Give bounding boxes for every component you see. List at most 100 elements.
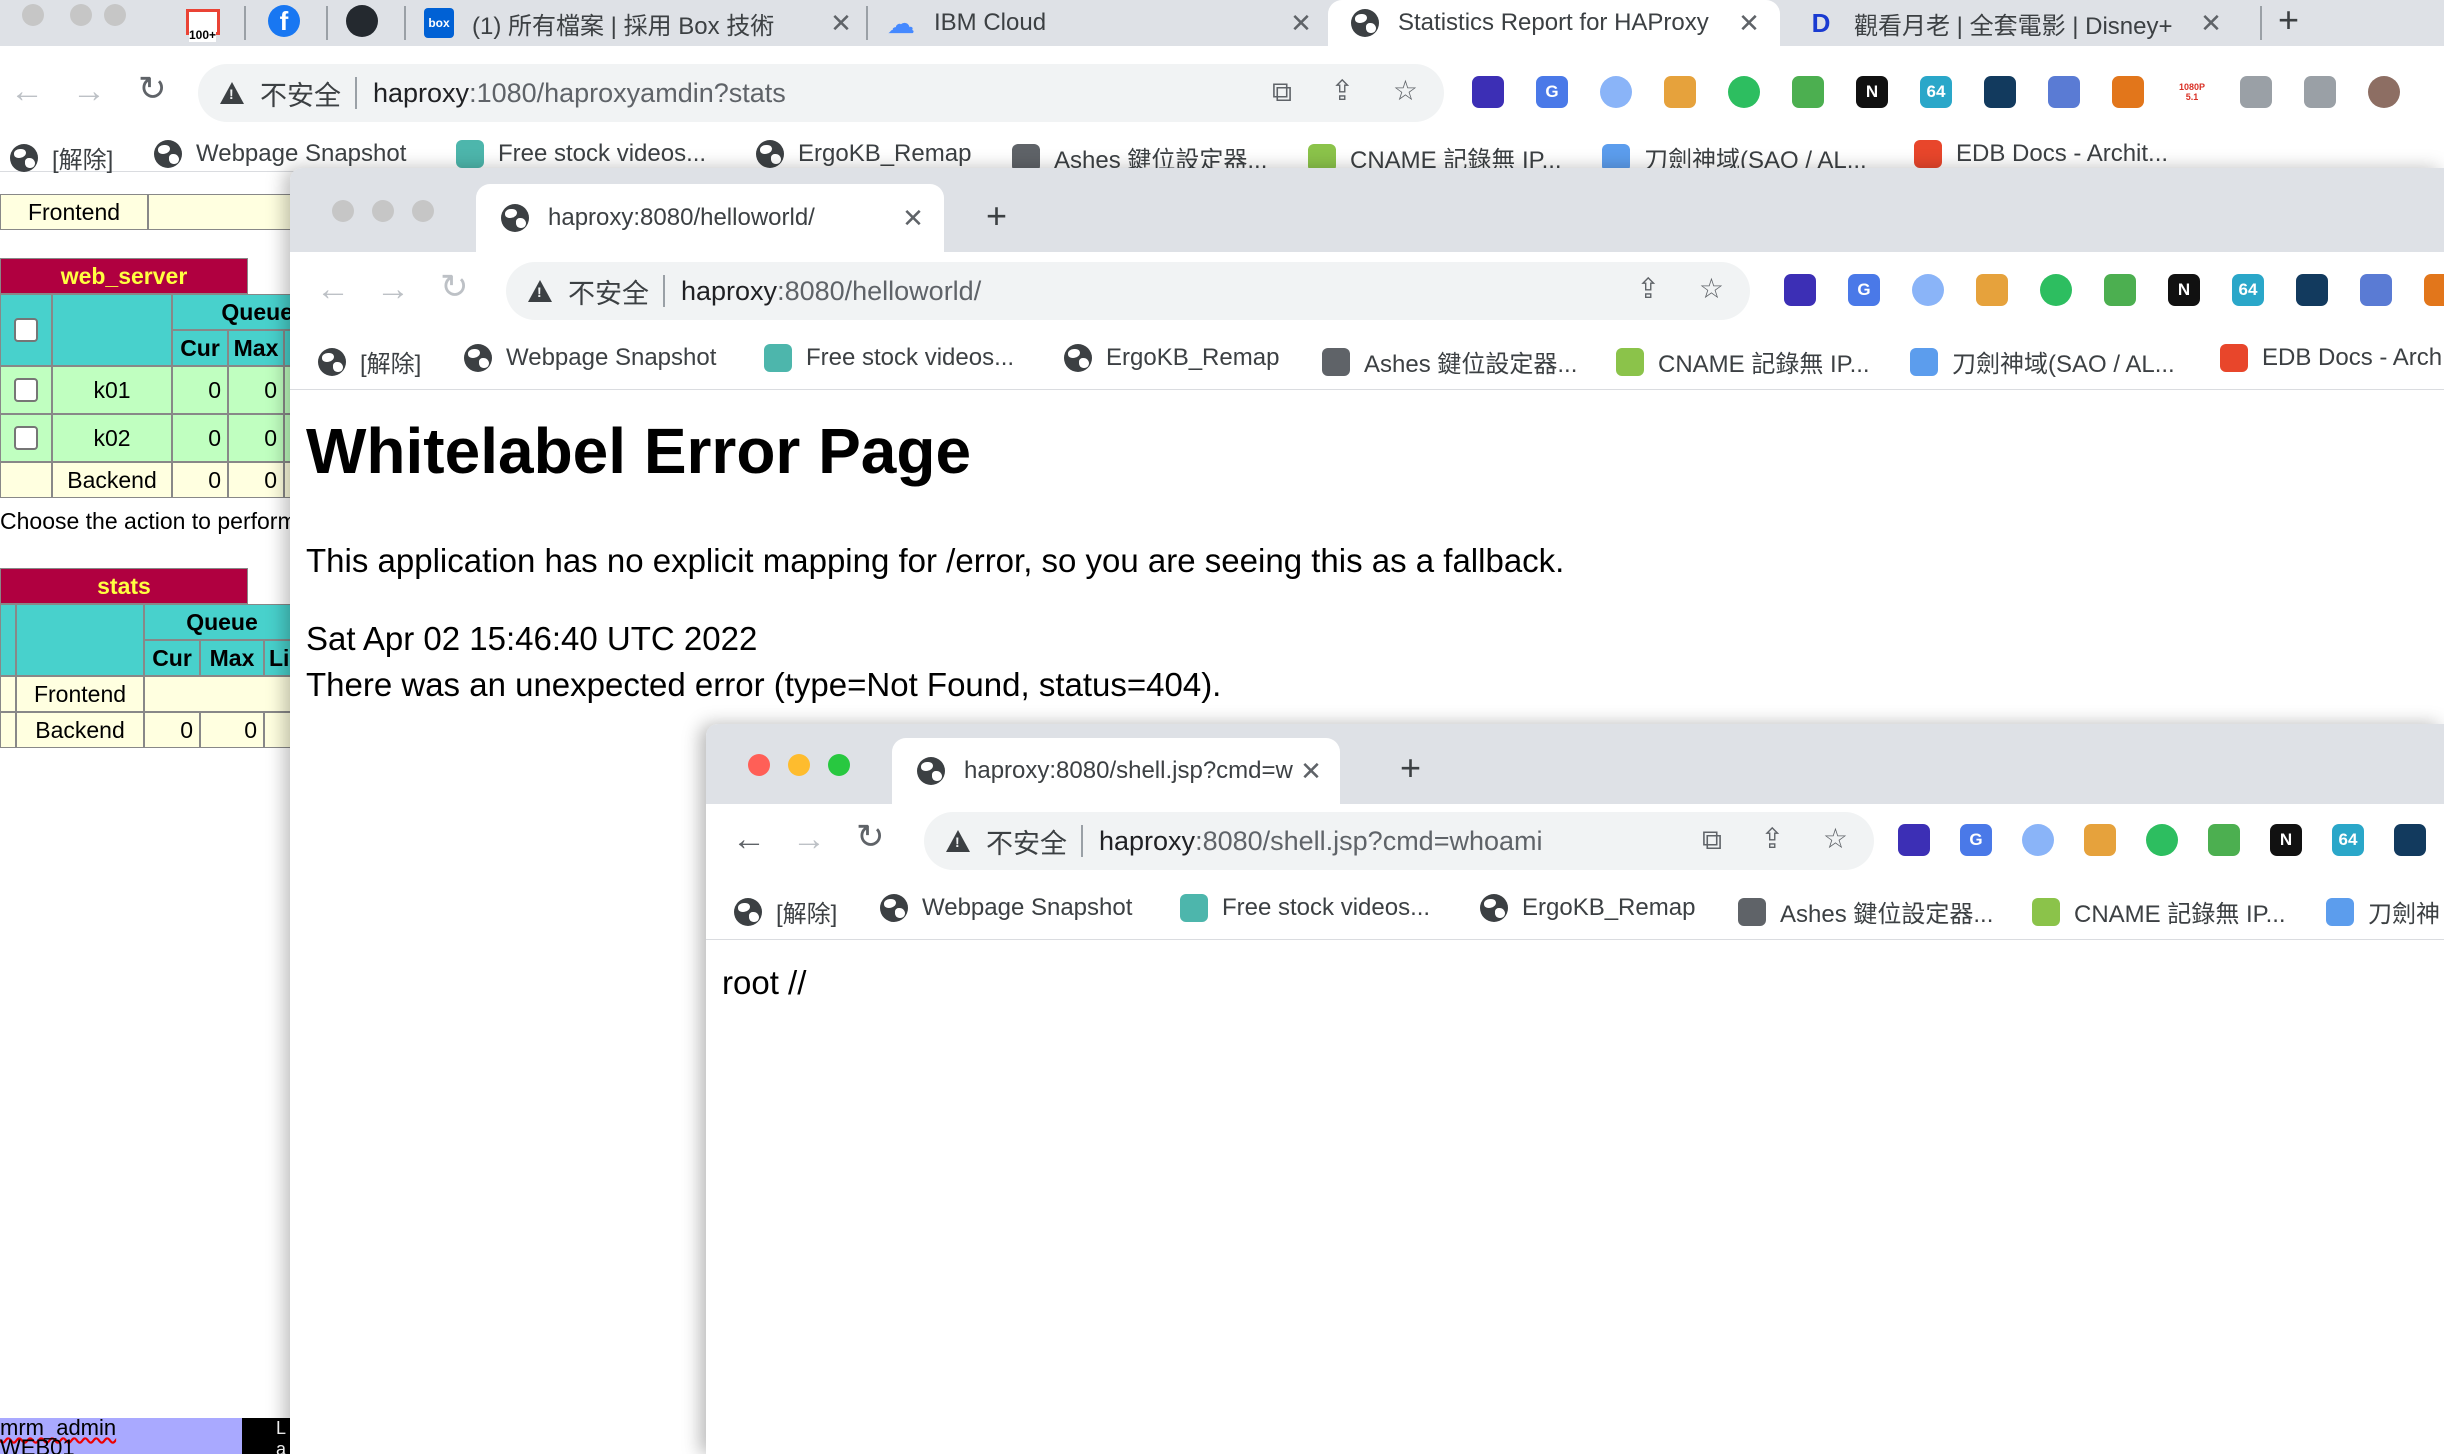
translate-icon[interactable]: G xyxy=(1960,824,1992,856)
base64-icon[interactable]: 64 xyxy=(2332,824,2364,856)
bookmark-item[interactable]: Free stock videos... xyxy=(1180,894,1430,922)
maximize-window-button[interactable] xyxy=(412,200,434,222)
bookmark-item[interactable]: 刀劍神域(SAO / AL... xyxy=(1910,344,2175,379)
bookmark-item[interactable]: Webpage Snapshot xyxy=(880,894,1132,922)
evernote-icon[interactable] xyxy=(2040,274,2072,306)
tab-facebook[interactable]: f xyxy=(268,4,302,38)
ring-icon[interactable] xyxy=(2022,824,2054,856)
bookmark-item[interactable]: [解除] xyxy=(318,344,421,379)
tampermonkey-icon[interactable] xyxy=(1984,76,2016,108)
tab-haproxy-stats[interactable]: Statistics Report for HAProxy ✕ xyxy=(1328,0,1780,46)
metamask-icon[interactable] xyxy=(2424,274,2444,306)
translate-icon[interactable]: G xyxy=(1848,274,1880,306)
tab-box[interactable]: box (1) 所有檔案 | 採用 Box 技術 ✕ xyxy=(424,0,856,46)
tab-github[interactable] xyxy=(346,4,380,38)
bookmark-item[interactable]: 刀劍神 xyxy=(2326,894,2440,929)
tab-close-icon[interactable]: ✕ xyxy=(2196,8,2226,39)
bookmark-item[interactable]: Ashes 鍵位設定器... xyxy=(1322,344,1577,379)
evernote-icon[interactable] xyxy=(1728,76,1760,108)
address-bar[interactable]: 不安全 haproxy:8080/helloworld/ ⇪ ☆ xyxy=(506,262,1750,320)
bookmark-star-icon[interactable]: ☆ xyxy=(1823,822,1848,855)
resolution-icon[interactable]: 1080P 5.1 xyxy=(2176,76,2208,108)
new-tab-button[interactable]: + xyxy=(2278,2,2299,38)
tab-helloworld[interactable]: haproxy:8080/helloworld/ ✕ xyxy=(476,184,944,252)
back-button[interactable]: ← xyxy=(10,74,44,108)
new-tab-button[interactable]: + xyxy=(986,198,1007,234)
bookmark-item[interactable]: Webpage Snapshot xyxy=(154,140,406,168)
tab-ibm-cloud[interactable]: ☁ IBM Cloud ✕ xyxy=(886,0,1316,46)
share-icon[interactable]: ⇪ xyxy=(1637,272,1660,305)
puzzle-icon[interactable] xyxy=(2240,76,2272,108)
minimize-window-button[interactable] xyxy=(70,4,92,26)
close-window-button[interactable] xyxy=(22,4,44,26)
tab-shell[interactable]: haproxy:8080/shell.jsp?cmd=w ✕ xyxy=(892,738,1340,804)
base64-icon[interactable]: 64 xyxy=(1920,76,1952,108)
bookmark-item[interactable]: EDB Docs - Arch xyxy=(2220,344,2442,372)
bookmark-item[interactable]: CNAME 記錄無 IP... xyxy=(2032,894,2286,929)
back-button[interactable]: ← xyxy=(316,272,350,306)
notion-icon[interactable]: N xyxy=(2270,824,2302,856)
address-bar[interactable]: 不安全 haproxy:8080/shell.jsp?cmd=whoami ⧉ … xyxy=(924,812,1874,870)
bookmark-star-icon[interactable]: ☆ xyxy=(1699,272,1724,305)
profile-avatar-icon[interactable] xyxy=(2368,76,2400,108)
bookmark-item[interactable]: Webpage Snapshot xyxy=(464,344,716,372)
tampermonkey-icon[interactable] xyxy=(2394,824,2426,856)
bookmark-item[interactable]: Free stock videos... xyxy=(764,344,1014,372)
reload-button[interactable]: ↻ xyxy=(856,820,885,854)
maximize-window-button[interactable] xyxy=(828,754,850,776)
bookmark-item[interactable]: [解除] xyxy=(10,140,113,175)
row-checkbox[interactable] xyxy=(14,378,38,402)
share-icon[interactable]: ⇪ xyxy=(1331,74,1354,107)
metamask-icon[interactable] xyxy=(2112,76,2144,108)
gallery-icon[interactable] xyxy=(1664,76,1696,108)
bookmark-item[interactable]: ErgoKB_Remap xyxy=(1480,894,1695,922)
row-checkbox[interactable] xyxy=(14,426,38,450)
bookmark-item[interactable]: EDB Docs - Archit... xyxy=(1914,140,2168,168)
bookmark-item[interactable]: Ashes 鍵位設定器... xyxy=(1738,894,1993,929)
select-all-checkbox[interactable] xyxy=(14,318,38,342)
tab-close-icon[interactable]: ✕ xyxy=(1286,8,1316,39)
tab-close-icon[interactable]: ✕ xyxy=(1734,8,1764,39)
translate-icon[interactable]: ⧉ xyxy=(1702,824,1722,857)
gallery-icon[interactable] xyxy=(1976,274,2008,306)
ufo-icon[interactable] xyxy=(2360,274,2392,306)
notion-icon[interactable]: N xyxy=(1856,76,1888,108)
translate-icon[interactable]: G xyxy=(1536,76,1568,108)
base64-icon[interactable]: 64 xyxy=(2232,274,2264,306)
ring-icon[interactable] xyxy=(1912,274,1944,306)
bookmark-star-icon[interactable]: ☆ xyxy=(1393,74,1418,107)
share-icon[interactable]: ⇪ xyxy=(1761,822,1784,855)
sidepanel-icon[interactable] xyxy=(2304,76,2336,108)
maximize-window-button[interactable] xyxy=(104,4,126,26)
tab-gmail[interactable]: 100+ xyxy=(186,2,226,42)
tab-close-icon[interactable]: ✕ xyxy=(1296,756,1326,787)
layers-icon[interactable] xyxy=(1898,824,1930,856)
minimize-window-button[interactable] xyxy=(788,754,810,776)
shield-icon[interactable] xyxy=(2104,274,2136,306)
bookmark-item[interactable]: CNAME 記錄無 IP... xyxy=(1616,344,1870,379)
shield-icon[interactable] xyxy=(2208,824,2240,856)
tab-disney[interactable]: D 觀看月老 | 全套電影 | Disney+ ✕ xyxy=(1806,0,2226,46)
evernote-icon[interactable] xyxy=(2146,824,2178,856)
shield-icon[interactable] xyxy=(1792,76,1824,108)
reload-button[interactable]: ↻ xyxy=(440,270,469,304)
bookmark-item[interactable]: ErgoKB_Remap xyxy=(1064,344,1279,372)
close-window-button[interactable] xyxy=(332,200,354,222)
forward-button[interactable]: → xyxy=(72,74,106,108)
bookmark-item[interactable]: Free stock videos... xyxy=(456,140,706,168)
reload-button[interactable]: ↻ xyxy=(138,72,167,106)
close-window-button[interactable] xyxy=(748,754,770,776)
tab-close-icon[interactable]: ✕ xyxy=(898,203,928,234)
ufo-icon[interactable] xyxy=(2048,76,2080,108)
forward-button[interactable]: → xyxy=(792,822,826,856)
tampermonkey-icon[interactable] xyxy=(2296,274,2328,306)
minimize-window-button[interactable] xyxy=(372,200,394,222)
tab-close-icon[interactable]: ✕ xyxy=(826,8,856,39)
address-bar[interactable]: 不安全 haproxy:1080/haproxyamdin?stats ⧉ ⇪ … xyxy=(198,64,1444,122)
layers-icon[interactable] xyxy=(1784,274,1816,306)
gallery-icon[interactable] xyxy=(2084,824,2116,856)
new-tab-button[interactable]: + xyxy=(1400,750,1421,786)
translate-icon[interactable]: ⧉ xyxy=(1272,76,1292,109)
notion-icon[interactable]: N xyxy=(2168,274,2200,306)
bookmark-item[interactable]: [解除] xyxy=(734,894,837,929)
